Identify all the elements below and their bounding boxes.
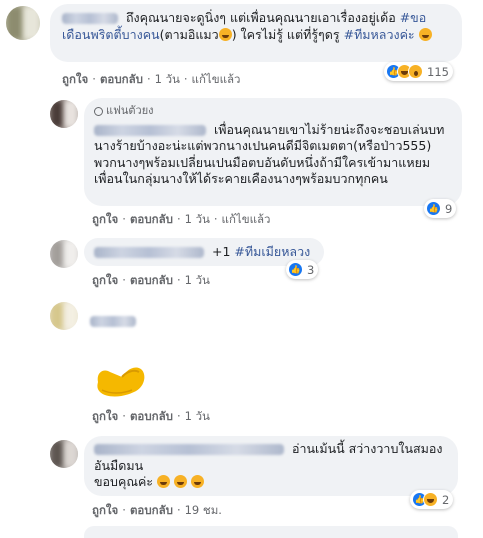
reaction-summary[interactable]: 👍 9	[424, 199, 457, 218]
wow-icon	[408, 64, 423, 79]
timestamp[interactable]: 1 วัน	[185, 212, 210, 226]
comment-text: อันมืดมน	[94, 457, 144, 473]
reaction-summary[interactable]: 👍 2	[410, 490, 454, 509]
like-link[interactable]: ถูกใจ	[62, 72, 88, 86]
grin-emoji-icon	[190, 475, 204, 488]
comment-bubble	[84, 526, 458, 538]
comment-actions: ถูกใจ · ตอบกลับ · 1 วัน · แก้ไขแล้ว	[92, 212, 271, 226]
like-link[interactable]: ถูกใจ	[92, 273, 118, 287]
avatar[interactable]	[6, 6, 40, 40]
reply-link[interactable]: ตอบกลับ	[130, 409, 173, 423]
comment-text: ) ใครไม่รู้ แต่ที่รู้ๆดรู	[231, 26, 340, 42]
top-fan-icon	[94, 106, 103, 116]
fan-badge: แฟนตัวยง	[94, 103, 452, 120]
flexed-arm-sticker	[97, 367, 145, 397]
reaction-summary[interactable]: 👍 115	[384, 62, 453, 81]
comment-text: +1	[211, 244, 231, 259]
comment-actions: ถูกใจ · ตอบกลับ · 1 วัน	[92, 409, 210, 423]
haha-icon	[423, 492, 438, 507]
hashtag-link[interactable]: #ทีมหลวงค่ะ	[344, 27, 415, 42]
comment-actions: ถูกใจ · ตอบกลับ · 19 ชม.	[92, 503, 222, 517]
reply-link[interactable]: ตอบกลับ	[100, 72, 143, 86]
timestamp[interactable]: 1 วัน	[185, 409, 210, 423]
smile-emoji-icon	[218, 27, 232, 41]
comment-bubble: แฟนตัวยง เพื่อนคุณนายเขาไม่ร้ายน่ะถึงจะช…	[84, 98, 462, 206]
reply-link[interactable]: ตอบกลับ	[130, 212, 173, 226]
reply-link[interactable]: ตอบกลับ	[130, 503, 173, 517]
like-link[interactable]: ถูกใจ	[92, 503, 118, 517]
comment-text: (ตามอิแมว	[159, 26, 219, 42]
commenter-name[interactable]	[62, 13, 118, 24]
avatar[interactable]	[50, 100, 78, 128]
grin-emoji-icon	[157, 475, 171, 488]
avatar[interactable]	[50, 302, 78, 330]
grin-emoji-icon	[174, 475, 187, 488]
commenter-name[interactable]	[90, 311, 140, 330]
comment-bubble: ถึงคุณนายจะดูนิ่งๆ แต่เพื่อนคุณนายเอาเรื…	[50, 4, 462, 62]
comment-actions: ถูกใจ · ตอบกลับ · 1 วัน · แก้ไขแล้ว	[62, 72, 241, 86]
like-link[interactable]: ถูกใจ	[92, 409, 118, 423]
avatar[interactable]	[50, 440, 78, 468]
reply-link[interactable]: ตอบกลับ	[130, 273, 173, 287]
reaction-summary[interactable]: 👍 3	[286, 260, 319, 279]
commenter-name[interactable]	[94, 124, 206, 136]
timestamp[interactable]: 1 วัน	[155, 72, 180, 86]
comment-text: ถึงคุณนายจะดูนิ่งๆ แต่เพื่อนคุณนายเอาเรื…	[125, 10, 396, 25]
edited-label: แก้ไขแล้ว	[191, 72, 241, 86]
commenter-name[interactable]	[94, 247, 204, 258]
edited-label: แก้ไขแล้ว	[221, 212, 271, 226]
comment-actions: ถูกใจ · ตอบกลับ · 1 วัน	[92, 273, 210, 287]
reaction-count: 3	[307, 262, 315, 277]
smile-emoji-icon	[418, 27, 432, 41]
like-icon: 👍	[426, 201, 441, 216]
fan-badge-label: แฟนตัวยง	[106, 104, 154, 117]
reaction-count: 2	[442, 492, 450, 507]
timestamp[interactable]: 1 วัน	[185, 273, 210, 287]
comment-text: ขอบคุณค่ะ	[94, 474, 154, 489]
hashtag-link[interactable]: #ทีมเมียหลวง	[234, 244, 310, 259]
like-link[interactable]: ถูกใจ	[92, 212, 118, 226]
comment-text: อ่านเม้นนี้ สว่างวาบในสมอง	[291, 441, 443, 456]
like-icon: 👍	[288, 262, 303, 277]
timestamp[interactable]: 19 ชม.	[185, 503, 222, 517]
reaction-count: 115	[427, 64, 449, 79]
avatar[interactable]	[50, 240, 78, 268]
reaction-count: 9	[445, 201, 453, 216]
commenter-name[interactable]	[94, 444, 284, 455]
comment-bubble: อ่านเม้นนี้ สว่างวาบในสมอง อันมืดมน ขอบค…	[84, 436, 458, 496]
